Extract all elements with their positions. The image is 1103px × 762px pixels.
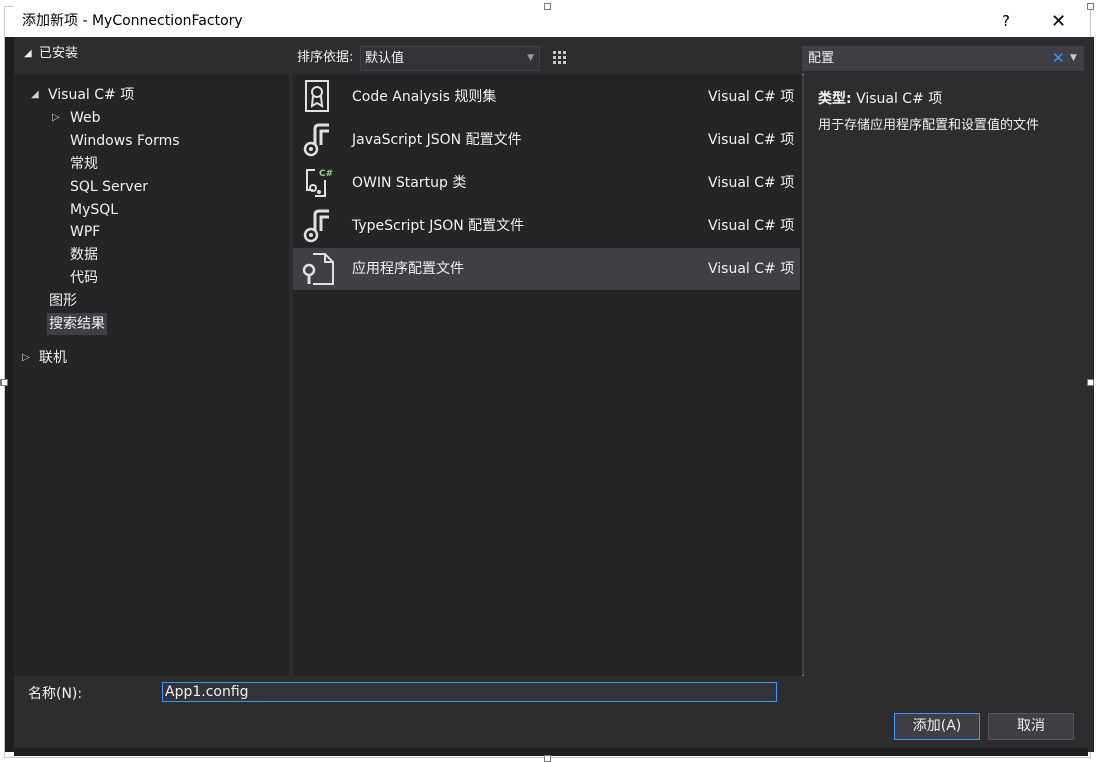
close-button[interactable]: ✕ [1051, 6, 1066, 37]
tree-item-label: 图形 [49, 293, 77, 309]
title-bar: 添加新项 - MyConnectionFactory ? ✕ [14, 6, 1088, 37]
template-row-owin-startup[interactable]: C# OWIN Startup 类 Visual C# 项 [293, 162, 800, 204]
chevron-down-icon: ▼ [527, 53, 534, 63]
tree-item-label: 数据 [70, 247, 98, 263]
help-button[interactable]: ? [1002, 6, 1010, 37]
window-title: 添加新项 - MyConnectionFactory [22, 13, 243, 29]
resize-handle[interactable] [1087, 3, 1094, 10]
search-input-value: 配置 [808, 51, 835, 66]
detail-type-value: Visual C# 项 [856, 91, 943, 107]
tree-item-label: 联机 [39, 350, 67, 366]
tree-item-label: SQL Server [70, 179, 149, 195]
grid-view-icon [553, 51, 566, 64]
collapsed-triangle-icon: ▷ [52, 112, 60, 123]
template-list: Code Analysis 规则集 Visual C# 项 JavaScript… [293, 74, 802, 676]
sort-label: 排序依据: [297, 50, 354, 65]
tree-item-label: Windows Forms [70, 133, 180, 149]
json-config-icon [303, 123, 329, 157]
tree-item-label: 常规 [70, 156, 98, 172]
installed-header[interactable]: ◢ 已安装 [14, 37, 289, 74]
tree-item-data[interactable]: 数据 [70, 244, 98, 266]
background-console-strip [14, 748, 1088, 756]
wrench-document-icon [302, 253, 334, 285]
detail-type-line: 类型: Visual C# 项 [818, 88, 942, 108]
template-type: Visual C# 项 [708, 218, 795, 234]
search-input[interactable]: 配置 ✕ ▼ [802, 46, 1084, 71]
template-row-typescript-json[interactable]: TypeScript JSON 配置文件 Visual C# 项 [293, 205, 800, 247]
add-button[interactable]: 添加(A) [894, 713, 980, 740]
cancel-button[interactable]: 取消 [988, 713, 1074, 740]
expanded-triangle-icon: ◢ [31, 89, 39, 100]
collapse-triangle-icon: ◢ [24, 48, 32, 59]
ribbon-certificate-icon [305, 80, 329, 112]
detail-description: 用于存储应用程序配置和设置值的文件 [818, 118, 1040, 133]
small-icons-view-button[interactable] [548, 46, 572, 71]
tree-item-label: Web [70, 110, 101, 126]
add-new-item-dialog: 添加新项 - MyConnectionFactory ? ✕ ◢ 已安装 排序依… [14, 6, 1088, 748]
tree-item-mysql[interactable]: MySQL [70, 199, 118, 221]
name-label: 名称(N): [28, 686, 83, 702]
template-name: JavaScript JSON 配置文件 [352, 132, 522, 148]
tree-item-graphics[interactable]: 图形 [49, 290, 77, 312]
template-name: OWIN Startup 类 [352, 175, 467, 191]
tree-item-label: WPF [70, 224, 101, 240]
tree-item-label: MySQL [70, 202, 119, 218]
template-name: Code Analysis 规则集 [352, 89, 497, 105]
detail-pane: 类型: Visual C# 项 用于存储应用程序配置和设置值的文件 [804, 74, 1086, 676]
search-options-dropdown-icon[interactable]: ▼ [1070, 46, 1077, 71]
svg-text:C#: C# [319, 169, 333, 179]
detail-type-label: 类型: [818, 91, 852, 107]
tree-item-online[interactable]: ▷ 联机 [22, 347, 67, 369]
sort-select[interactable]: 默认值 ▼ [360, 46, 540, 71]
tree-item-web[interactable]: ▷ Web [52, 107, 101, 129]
template-type: Visual C# 项 [708, 89, 795, 105]
tree-item-label: Visual C# 项 [48, 87, 135, 103]
tree-item-code[interactable]: 代码 [70, 267, 98, 289]
tree-item-visual-csharp[interactable]: ◢ Visual C# 项 [31, 84, 134, 106]
tree-item-label: 搜索结果 [49, 316, 105, 332]
owin-startup-icon: C# [306, 169, 333, 197]
template-type: Visual C# 项 [708, 175, 795, 191]
tree-item-search-results[interactable]: 搜索结果 [47, 313, 107, 335]
template-type: Visual C# 项 [708, 261, 795, 277]
template-type: Visual C# 项 [708, 132, 795, 148]
resize-handle[interactable] [544, 3, 551, 10]
template-name: 应用程序配置文件 [352, 261, 464, 277]
template-row-javascript-json[interactable]: JavaScript JSON 配置文件 Visual C# 项 [293, 119, 800, 161]
sort-select-value: 默认值 [365, 51, 405, 66]
category-tree: ◢ Visual C# 项 ▷ Web Windows Forms 常规 SQL… [14, 74, 289, 676]
resize-handle[interactable] [1087, 379, 1094, 386]
template-row-code-analysis[interactable]: Code Analysis 规则集 Visual C# 项 [293, 76, 800, 118]
tree-item-label: 代码 [70, 270, 98, 286]
tree-item-general[interactable]: 常规 [70, 153, 98, 175]
name-input[interactable]: App1.config [162, 682, 777, 702]
tree-item-windows-forms[interactable]: Windows Forms [70, 130, 180, 152]
installed-label: 已安装 [39, 46, 79, 61]
collapsed-triangle-icon: ▷ [22, 352, 30, 363]
tree-item-wpf[interactable]: WPF [70, 221, 100, 243]
resize-handle[interactable] [544, 755, 551, 762]
resize-handle[interactable] [1, 379, 8, 386]
background-editor-right [1088, 37, 1094, 752]
json-config-icon [303, 209, 329, 243]
tree-item-sql-server[interactable]: SQL Server [70, 176, 148, 198]
clear-search-icon[interactable]: ✕ [1052, 46, 1065, 71]
template-name: TypeScript JSON 配置文件 [352, 218, 525, 234]
template-row-app-config[interactable]: 应用程序配置文件 Visual C# 项 [293, 248, 800, 290]
